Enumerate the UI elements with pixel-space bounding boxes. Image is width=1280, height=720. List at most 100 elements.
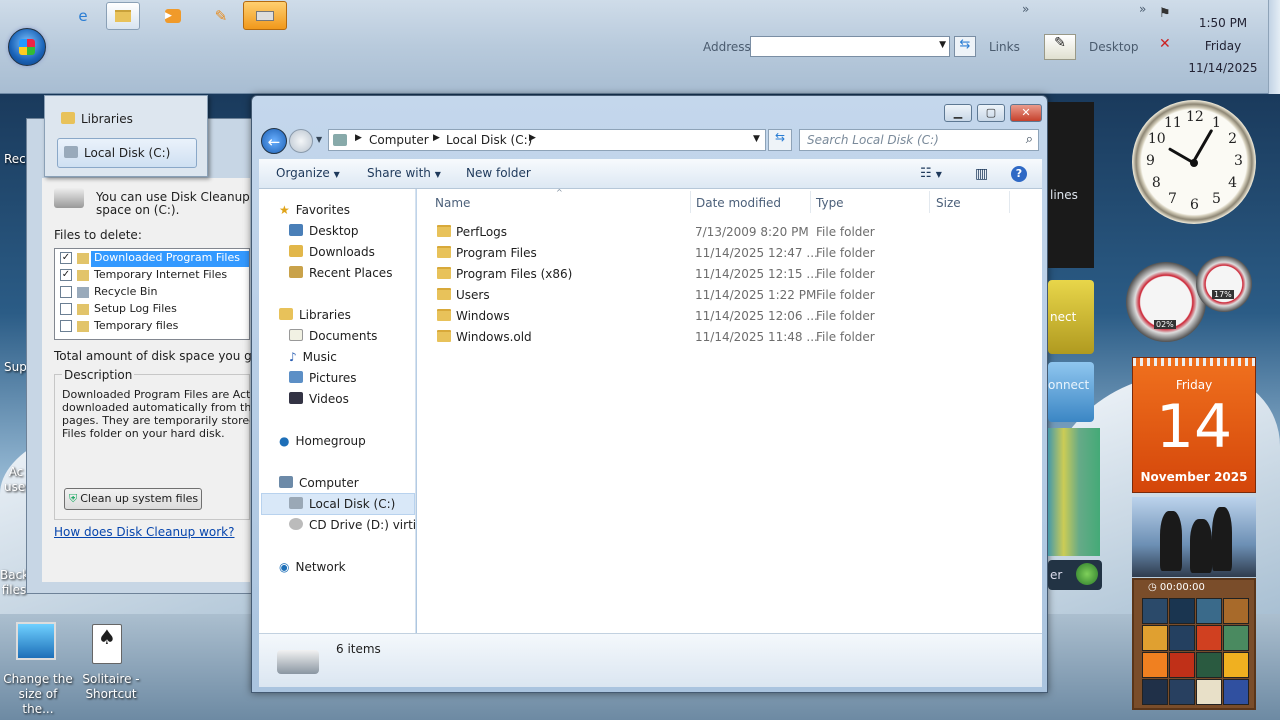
- desktop-label-support[interactable]: Sup: [4, 360, 27, 375]
- nav-network[interactable]: ◉ Network: [279, 560, 346, 574]
- desktop-label-backup[interactable]: Back files: [0, 568, 29, 598]
- puzzle-tile[interactable]: [1169, 652, 1195, 678]
- file-row[interactable]: Program Files 11/14/2025 12:47 ... File fo…: [430, 242, 990, 263]
- cpu-meter-gadget[interactable]: 02% 17%: [1126, 256, 1252, 342]
- action-center-icon[interactable]: ⚑: [1159, 6, 1171, 21]
- file-checkbox[interactable]: [60, 286, 72, 298]
- file-checkbox[interactable]: ✓: [60, 252, 72, 264]
- solitaire-icon[interactable]: ♠: [92, 624, 122, 664]
- media-player-icon[interactable]: ▶: [156, 2, 190, 30]
- column-divider[interactable]: [690, 191, 691, 213]
- puzzle-tile[interactable]: [1169, 679, 1195, 705]
- address-input[interactable]: ▼: [750, 36, 950, 57]
- search-input[interactable]: Search Local Disk (C:) ⌕: [799, 129, 1039, 151]
- puzzle-tile[interactable]: [1142, 598, 1168, 624]
- nav-cd-drive[interactable]: CD Drive (D:) virtio-v: [289, 518, 415, 532]
- nav-local-disk[interactable]: Local Disk (C:): [289, 497, 395, 511]
- nav-recent-places[interactable]: Recent Places: [289, 266, 392, 280]
- nav-videos[interactable]: Videos: [289, 392, 349, 406]
- nav-libraries[interactable]: Libraries: [279, 308, 351, 322]
- gadget-media-center[interactable]: er: [1048, 560, 1102, 590]
- puzzle-tile[interactable]: [1223, 652, 1249, 678]
- maximize-button[interactable]: ▢: [977, 104, 1005, 122]
- slideshow-gadget-penguins[interactable]: [1132, 497, 1256, 577]
- view-options-icon[interactable]: ☷ ▼: [920, 166, 942, 181]
- windows-explorer-icon[interactable]: [106, 2, 140, 30]
- new-folder-button[interactable]: New folder: [466, 166, 531, 180]
- nav-favorites[interactable]: ★ Favorites: [279, 203, 350, 217]
- help-icon[interactable]: ?: [1011, 166, 1027, 182]
- column-date-modified[interactable]: Date modified: [696, 196, 781, 210]
- puzzle-tile[interactable]: [1223, 625, 1249, 651]
- column-size[interactable]: Size: [936, 196, 961, 210]
- column-divider[interactable]: [810, 191, 811, 213]
- puzzle-tile[interactable]: [1169, 625, 1195, 651]
- internet-explorer-icon[interactable]: e: [66, 2, 100, 30]
- picture-puzzle-gadget[interactable]: ◷ 00:00:00: [1132, 578, 1256, 710]
- nav-documents[interactable]: Documents: [289, 329, 377, 343]
- file-checkbox[interactable]: ✓: [60, 269, 72, 281]
- file-category-label[interactable]: Setup Log Files: [94, 302, 177, 315]
- clean-up-system-files-button[interactable]: ⛨ Clean up system files: [64, 488, 202, 510]
- desktop-label-add-user[interactable]: Ac user: [4, 465, 30, 495]
- recent-pages-dropdown-icon[interactable]: ▼: [316, 135, 322, 144]
- close-button[interactable]: ✕: [1010, 104, 1042, 122]
- tablet-input-icon[interactable]: ✎: [1044, 34, 1076, 60]
- puzzle-tile[interactable]: [1196, 598, 1222, 624]
- minimize-button[interactable]: ▁: [944, 104, 972, 122]
- puzzle-tile[interactable]: [1196, 679, 1222, 705]
- nav-desktop[interactable]: Desktop: [289, 224, 359, 238]
- gadget-slideshow[interactable]: [1048, 428, 1100, 556]
- files-list[interactable]: ✓ Downloaded Program Files ✓ Temporary Inte…: [54, 248, 250, 340]
- paint-icon[interactable]: ✎: [204, 2, 238, 30]
- search-icon[interactable]: ⌕: [1026, 132, 1033, 147]
- file-row[interactable]: Program Files (x86) 11/14/2025 12:15 ... F…: [430, 263, 990, 284]
- gadget-connect-tile[interactable]: nect: [1048, 280, 1094, 354]
- file-checkbox[interactable]: [60, 303, 72, 315]
- puzzle-tile[interactable]: [1142, 652, 1168, 678]
- puzzle-tile[interactable]: [1223, 679, 1249, 705]
- refresh-icon[interactable]: ⇆: [768, 129, 792, 151]
- nav-homegroup[interactable]: ● Homegroup: [279, 434, 366, 448]
- nav-pictures[interactable]: Pictures: [289, 371, 357, 385]
- puzzle-tile[interactable]: [1223, 598, 1249, 624]
- disk-cleanup-taskbar-icon[interactable]: [243, 1, 287, 30]
- address-dropdown-icon[interactable]: ▼: [753, 134, 760, 144]
- clock-date[interactable]: 11/14/2025: [1183, 61, 1263, 75]
- clock-day[interactable]: Friday: [1183, 39, 1263, 53]
- preview-pane-icon[interactable]: ▥: [975, 166, 988, 182]
- nav-computer[interactable]: Computer: [279, 476, 359, 490]
- breadcrumb[interactable]: ▶ Computer ▶ Local Disk (C:) ▶ ▼: [328, 129, 766, 151]
- crumb-chevron-icon[interactable]: ▶: [355, 133, 362, 143]
- puzzle-tile[interactable]: [1142, 625, 1168, 651]
- file-category-label[interactable]: Temporary Internet Files: [94, 268, 227, 281]
- popup-item-local-disk[interactable]: Local Disk (C:): [57, 138, 197, 168]
- file-row[interactable]: Users 11/14/2025 1:22 PM File folder: [430, 284, 990, 305]
- file-category-label[interactable]: Temporary files: [94, 319, 178, 332]
- share-with-menu[interactable]: Share with ▼: [367, 166, 441, 180]
- desktop-toolbar-label[interactable]: Desktop: [1089, 40, 1139, 54]
- desktop-label-recycle[interactable]: Rec: [4, 152, 26, 167]
- start-button[interactable]: [8, 28, 46, 66]
- file-row[interactable]: Windows 11/14/2025 12:06 ... File folder: [430, 305, 990, 326]
- nav-downloads[interactable]: Downloads: [289, 245, 375, 259]
- links-overflow-chevron[interactable]: »: [1022, 2, 1029, 16]
- file-row[interactable]: Windows.old 11/14/2025 11:48 ... File fold…: [430, 326, 990, 347]
- nav-music[interactable]: ♪ Music: [289, 350, 337, 364]
- puzzle-tile[interactable]: [1142, 679, 1168, 705]
- calendar-gadget[interactable]: Friday 14 November 2025: [1132, 357, 1256, 493]
- file-row[interactable]: PerfLogs 7/13/2009 8:20 PM File folder: [430, 221, 990, 242]
- links-toolbar-label[interactable]: Links: [989, 40, 1020, 54]
- crumb-chevron-icon[interactable]: ▶: [433, 133, 440, 143]
- display-settings-icon[interactable]: [16, 622, 56, 660]
- desktop-overflow-chevron[interactable]: »: [1139, 2, 1146, 16]
- crumb-chevron-icon[interactable]: ▶: [529, 133, 536, 143]
- puzzle-tile[interactable]: [1169, 598, 1195, 624]
- show-desktop-button[interactable]: [1268, 0, 1280, 94]
- column-type[interactable]: Type: [816, 196, 844, 210]
- file-category-label[interactable]: Recycle Bin: [94, 285, 157, 298]
- gadget-feed-panel[interactable]: lines: [1048, 102, 1094, 268]
- help-link[interactable]: How does Disk Cleanup work?: [54, 525, 235, 539]
- crumb-computer[interactable]: Computer: [369, 133, 429, 147]
- desktop-icon-solitaire[interactable]: Solitaire - Shortcut: [78, 672, 144, 702]
